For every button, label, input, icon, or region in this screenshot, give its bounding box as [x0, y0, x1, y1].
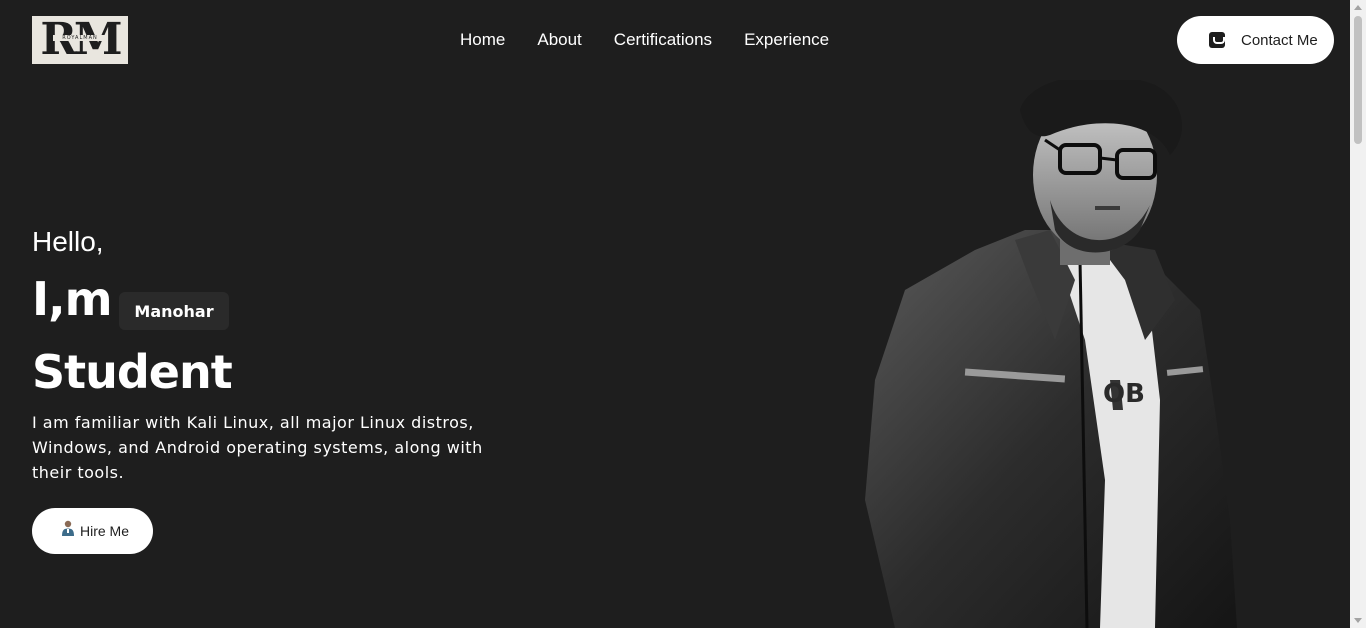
greeting: Hello,	[32, 226, 104, 257]
hire-me-button[interactable]: Hire Me	[32, 508, 153, 554]
logo-subtext: ROYALMAN	[53, 35, 107, 41]
nav-about[interactable]: About	[537, 28, 581, 52]
portrait-image: OB	[865, 80, 1237, 628]
intro-text: I,m	[32, 272, 113, 326]
nav-experience[interactable]: Experience	[744, 28, 829, 52]
main-nav: Home About Certifications Experience	[460, 28, 861, 52]
logo[interactable]: RM ROYALMAN	[32, 16, 128, 64]
scroll-up-icon[interactable]	[1354, 5, 1362, 10]
scrollbar-thumb[interactable]	[1354, 16, 1362, 144]
chat-icon	[1209, 32, 1225, 48]
contact-label: Contact Me	[1241, 31, 1318, 49]
nav-certifications[interactable]: Certifications	[614, 28, 712, 52]
contact-button[interactable]: Contact Me	[1177, 16, 1334, 64]
page-scrollbar[interactable]	[1350, 0, 1366, 628]
svg-text:OB: OB	[1103, 379, 1145, 409]
site-header: RM ROYALMAN Home About Certifications Ex…	[0, 0, 1350, 80]
hire-label: Hire Me	[80, 523, 130, 539]
role-title: Student	[32, 345, 233, 399]
name-badge: Manohar	[119, 292, 229, 330]
person-icon	[62, 520, 74, 536]
scroll-down-icon[interactable]	[1354, 618, 1362, 623]
nav-home[interactable]: Home	[460, 28, 505, 52]
hero-description: I am familiar with Kali Linux, all major…	[32, 413, 483, 482]
